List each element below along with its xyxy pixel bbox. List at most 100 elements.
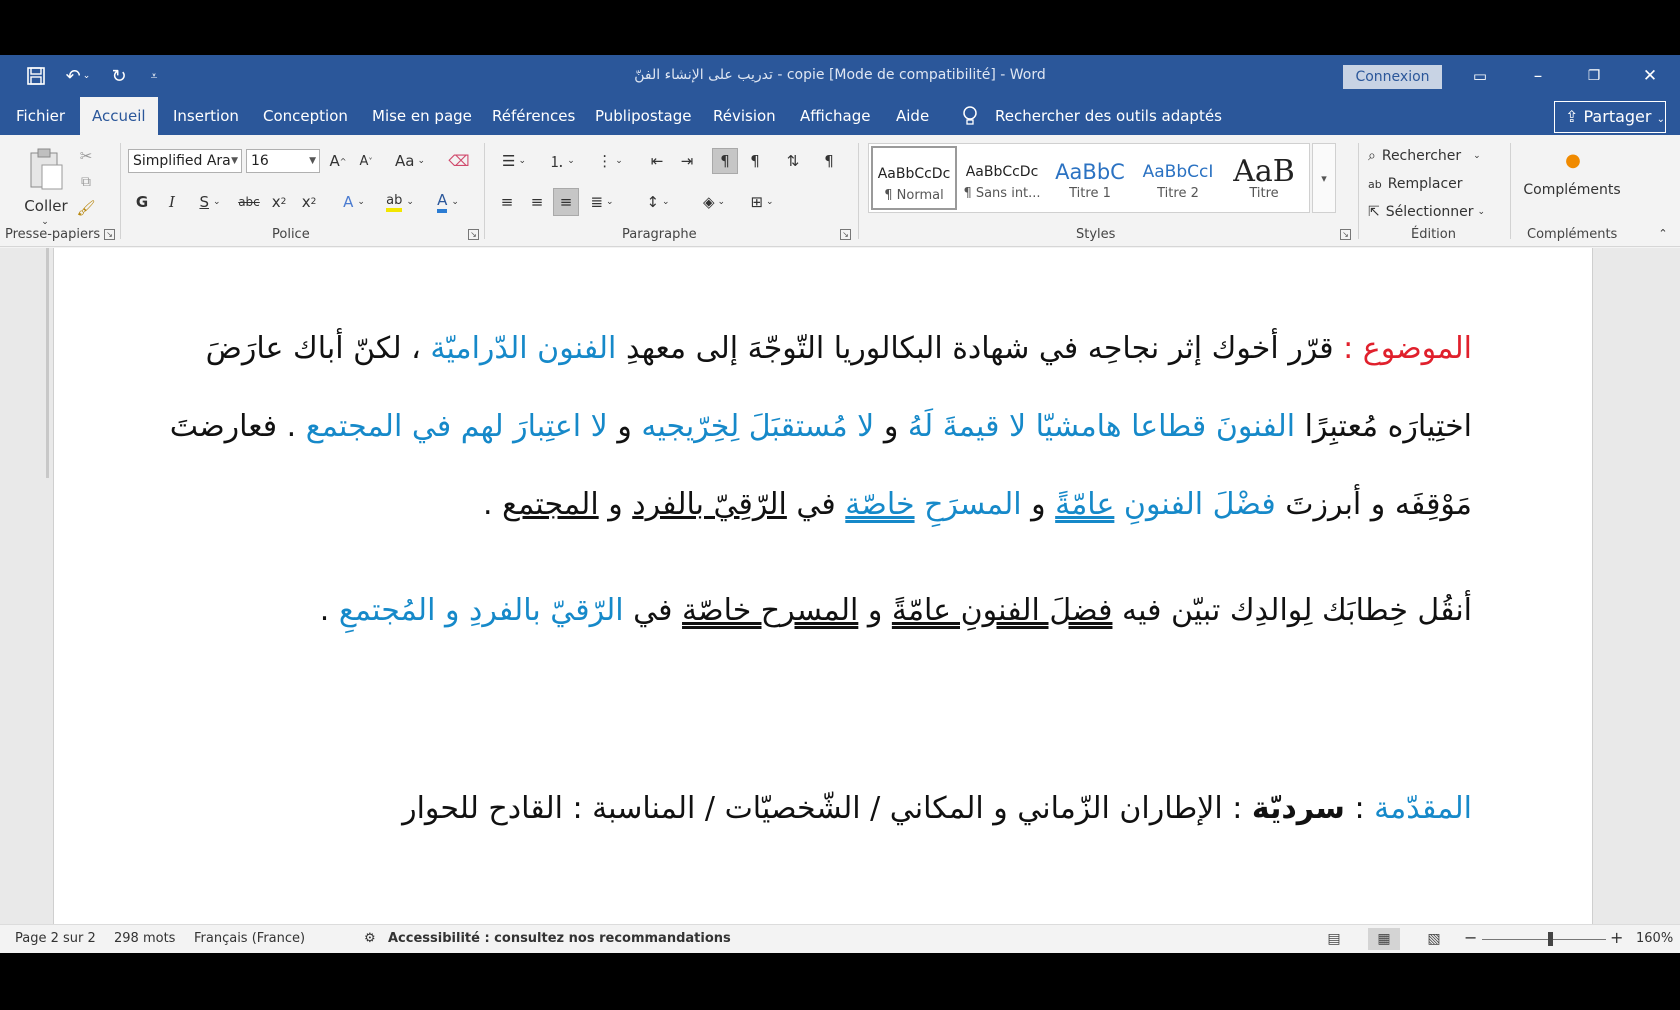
vertical-scrollbar[interactable]	[1612, 248, 1680, 924]
multilevel-list-icon[interactable]: ⋮ ⌄	[590, 149, 630, 173]
show-marks-icon[interactable]: ¶	[816, 149, 842, 173]
cut-icon[interactable]: ✂	[74, 145, 98, 167]
font-color-icon[interactable]: A ⌄	[428, 189, 468, 215]
tell-me-search[interactable]: Rechercher des outils adaptés	[995, 97, 1222, 135]
doc-line-3[interactable]: مَوْقِفَه و أبرزتَ فضْلَ الفنونِ عامّةً …	[483, 487, 1472, 522]
read-mode-icon[interactable]: ▤	[1318, 928, 1350, 950]
minimize-icon[interactable]: –	[1518, 61, 1558, 91]
tab-revision[interactable]: Révision	[701, 97, 788, 135]
cursor-icon: ⇱	[1368, 204, 1380, 220]
rtl-direction-icon[interactable]: ¶	[742, 149, 768, 173]
zoom-in-icon[interactable]: +	[1610, 928, 1623, 947]
styles-group-label: Styles	[1076, 227, 1116, 242]
change-case-button[interactable]: Aa ⌄	[390, 149, 430, 173]
tab-conception[interactable]: Conception	[251, 97, 360, 135]
ltr-direction-icon[interactable]: ¶	[712, 148, 738, 174]
font-name-combo[interactable]: Simplified Ara ▼	[128, 149, 242, 173]
ribbon-display-icon[interactable]: ▭	[1460, 61, 1500, 91]
accessibility-status[interactable]: Accessibilité : consultez nos recommanda…	[388, 931, 731, 946]
clipboard-group-label: Presse-papiers	[5, 227, 101, 242]
tab-references[interactable]: Références	[480, 97, 587, 135]
underline-icon[interactable]: S ⌄	[190, 189, 230, 215]
print-layout-icon[interactable]: ▦	[1368, 928, 1400, 950]
doc-line-4[interactable]: أنقُل خِطابَك لِوالدِك تبيّن فيه فضلَ ال…	[320, 593, 1472, 628]
style-title[interactable]: AaB Titre	[1221, 146, 1307, 210]
font-size-combo[interactable]: 16 ▼	[246, 149, 320, 173]
paste-label[interactable]: Coller	[18, 195, 74, 217]
bold-icon[interactable]: G	[130, 189, 154, 215]
bullets-icon[interactable]: ☰ ⌄	[494, 149, 534, 173]
language-status[interactable]: Français (France)	[194, 931, 305, 946]
doc-line-2[interactable]: اختِيارَه مُعتبِرًا الفنونَ قطاعا هامشيّ…	[170, 409, 1472, 444]
align-right-icon[interactable]: ≡	[553, 188, 579, 216]
web-layout-icon[interactable]: ▧	[1418, 928, 1450, 950]
shading-icon[interactable]: ◈ ⌄	[694, 189, 734, 215]
tab-insertion[interactable]: Insertion	[161, 97, 251, 135]
tab-accueil[interactable]: Accueil	[80, 97, 158, 135]
zoom-slider-thumb[interactable]	[1548, 932, 1553, 946]
addins-icon[interactable]: ●	[1560, 149, 1586, 171]
restore-icon[interactable]: ❐	[1574, 61, 1614, 91]
addins-button[interactable]: Compléments	[1520, 179, 1624, 201]
highlight-icon[interactable]: ab ⌄	[380, 189, 420, 215]
close-icon[interactable]: ✕	[1630, 61, 1670, 91]
strikethrough-icon[interactable]: abc	[236, 189, 262, 215]
sign-in-button[interactable]: Connexion	[1343, 65, 1442, 89]
vertical-ruler	[46, 248, 49, 478]
customize-toolbar-icon[interactable]: ⩡	[142, 63, 166, 89]
styles-more-icon[interactable]: ▾	[1312, 143, 1336, 213]
document-page[interactable]: الموضوع : قرّر أخوك إثر نجاحِه في شهادة …	[53, 248, 1593, 924]
zoom-level[interactable]: 160%	[1636, 931, 1673, 946]
clipboard-launcher-icon[interactable]: ↘	[104, 229, 115, 240]
style-heading-1[interactable]: AaBbC Titre 1	[1047, 146, 1133, 210]
subscript-icon[interactable]: x2	[266, 189, 292, 215]
borders-icon[interactable]: ⊞ ⌄	[742, 189, 782, 215]
doc-line-5[interactable]: المقدّمة : سرديّة : الإطاران الزّماني و …	[402, 791, 1472, 826]
numbering-icon[interactable]: ⒈ ⌄	[542, 149, 582, 173]
redo-icon[interactable]: ↻	[104, 63, 134, 89]
tab-mise-en-page[interactable]: Mise en page	[360, 97, 484, 135]
justify-icon[interactable]: ≣ ⌄	[584, 189, 620, 215]
replace-button[interactable]: ab Remplacer	[1368, 173, 1463, 195]
line-spacing-icon[interactable]: ↕ ⌄	[638, 189, 678, 215]
select-button[interactable]: ⇱ Sélectionner ⌄	[1368, 201, 1485, 223]
paragraph-launcher-icon[interactable]: ↘	[840, 229, 851, 240]
align-center-icon[interactable]: ≡	[524, 189, 550, 215]
zoom-slider[interactable]	[1482, 939, 1606, 940]
decrease-indent-icon[interactable]: ⇤	[644, 149, 670, 173]
styles-gallery: AaBbCcDc ¶ Normal AaBbCcDc ¶ Sans int...…	[868, 143, 1310, 213]
tab-aide[interactable]: Aide	[884, 97, 941, 135]
grow-font-icon[interactable]: A ^	[326, 149, 350, 173]
page-count[interactable]: Page 2 sur 2	[15, 931, 96, 946]
save-icon[interactable]	[22, 63, 50, 89]
text-effects-icon[interactable]: A ⌄	[334, 189, 374, 215]
paste-chevron-icon[interactable]: ⌄	[35, 217, 55, 227]
shrink-font-icon[interactable]: A ˅	[354, 149, 378, 173]
font-launcher-icon[interactable]: ↘	[468, 229, 479, 240]
style-no-spacing[interactable]: AaBbCcDc ¶ Sans int...	[959, 146, 1045, 210]
format-painter-icon[interactable]: 🖌	[74, 197, 98, 219]
zoom-out-icon[interactable]: −	[1464, 928, 1477, 947]
copy-icon[interactable]: ⧉	[74, 171, 98, 193]
tab-affichage[interactable]: Affichage	[788, 97, 882, 135]
superscript-icon[interactable]: x2	[296, 189, 322, 215]
doc-line-1[interactable]: الموضوع : قرّر أخوك إثر نجاحِه في شهادة …	[206, 331, 1472, 366]
increase-indent-icon[interactable]: ⇥	[674, 149, 700, 173]
sort-icon[interactable]: ⇅	[780, 149, 806, 173]
share-button[interactable]: ⇪ Partager ⌄	[1554, 101, 1666, 133]
italic-icon[interactable]: I	[160, 189, 184, 215]
style-normal[interactable]: AaBbCcDc ¶ Normal	[871, 146, 957, 210]
separator	[858, 143, 859, 239]
style-heading-2[interactable]: AaBbCcI Titre 2	[1135, 146, 1221, 210]
collapse-ribbon-icon[interactable]: ⌃	[1654, 225, 1672, 241]
tab-publipostage[interactable]: Publipostage	[583, 97, 703, 135]
paragraph-group-label: Paragraphe	[622, 227, 697, 242]
align-left-icon[interactable]: ≡	[494, 189, 520, 215]
paste-button[interactable]	[24, 143, 68, 195]
clear-formatting-icon[interactable]: ⌫	[446, 149, 472, 173]
undo-icon[interactable]: ↶ ⌄	[58, 63, 98, 89]
find-button[interactable]: ⌕ Rechercher ⌄	[1368, 145, 1481, 167]
word-count[interactable]: 298 mots	[114, 931, 175, 946]
styles-launcher-icon[interactable]: ↘	[1340, 229, 1351, 240]
tab-fichier[interactable]: Fichier	[4, 97, 77, 135]
